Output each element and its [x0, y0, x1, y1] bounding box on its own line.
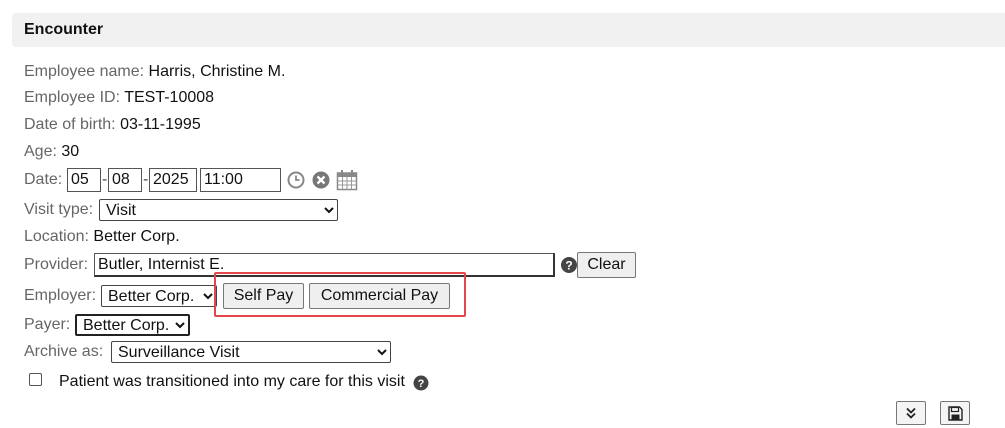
date-separator: -: [143, 171, 149, 188]
payer-label: Payer:: [24, 316, 71, 333]
visit-type-label: Visit type:: [24, 201, 94, 218]
age-value: 30: [61, 143, 80, 160]
help-icon[interactable]: ?: [413, 374, 429, 391]
visit-type-row: Visit type: Visit: [24, 197, 344, 223]
employee-name-row: Employee name: Harris, Christine M.: [24, 59, 285, 85]
payer-select[interactable]: Better Corp.: [75, 314, 190, 336]
age-label: Age:: [24, 143, 57, 160]
employer-select[interactable]: Better Corp.: [101, 285, 217, 307]
archive-as-select[interactable]: Surveillance Visit: [111, 341, 391, 363]
save-icon: [948, 406, 963, 421]
employer-label: Employer:: [24, 287, 97, 304]
date-day-input[interactable]: [108, 168, 142, 192]
location-value: Better Corp.: [93, 228, 180, 245]
dob-value: 03-11-1995: [120, 116, 201, 133]
date-month-input[interactable]: [67, 168, 101, 192]
dob-label: Date of birth:: [24, 116, 116, 133]
archive-as-row: Archive as: Surveillance Visit: [24, 339, 404, 365]
calendar-icon[interactable]: [336, 169, 358, 191]
archive-as-label: Archive as:: [24, 343, 104, 360]
save-button[interactable]: [940, 401, 970, 425]
provider-label: Provider:: [24, 256, 89, 273]
employee-id-row: Employee ID: TEST-10008: [24, 85, 214, 111]
help-icon[interactable]: ?: [560, 256, 578, 274]
transitioned-label: Patient was transitioned into my care fo…: [59, 373, 405, 390]
section-title: Encounter: [24, 21, 104, 38]
location-row: Location: Better Corp.: [24, 224, 180, 250]
visit-type-select[interactable]: Visit: [99, 199, 338, 221]
employee-id-value: TEST-10008: [124, 89, 215, 106]
section-header: Encounter: [12, 13, 1005, 47]
transitioned-checkbox[interactable]: [29, 373, 42, 386]
svg-text:?: ?: [565, 259, 572, 273]
employee-name-value: Harris, Christine M.: [148, 63, 286, 80]
employee-name-label: Employee name:: [24, 63, 145, 80]
date-row: Date: - -: [24, 167, 384, 193]
payer-row: Payer: Better Corp.: [24, 312, 224, 338]
clear-date-icon[interactable]: [312, 171, 330, 189]
date-separator: -: [102, 171, 108, 188]
location-label: Location:: [24, 228, 89, 245]
expand-down-icon: [906, 407, 916, 419]
date-label: Date:: [24, 171, 63, 188]
age-row: Age: 30: [24, 139, 79, 165]
clear-provider-button[interactable]: Clear: [577, 252, 636, 278]
date-year-input[interactable]: [149, 168, 197, 192]
highlight-box: [214, 272, 466, 317]
transitioned-row: Patient was transitioned into my care fo…: [29, 369, 449, 395]
clock-icon[interactable]: [287, 171, 305, 189]
svg-text:?: ?: [418, 378, 425, 390]
expand-down-button[interactable]: [896, 401, 926, 425]
time-input[interactable]: [200, 168, 281, 192]
dob-row: Date of birth: 03-11-1995: [24, 112, 201, 138]
employee-id-label: Employee ID:: [24, 89, 121, 106]
